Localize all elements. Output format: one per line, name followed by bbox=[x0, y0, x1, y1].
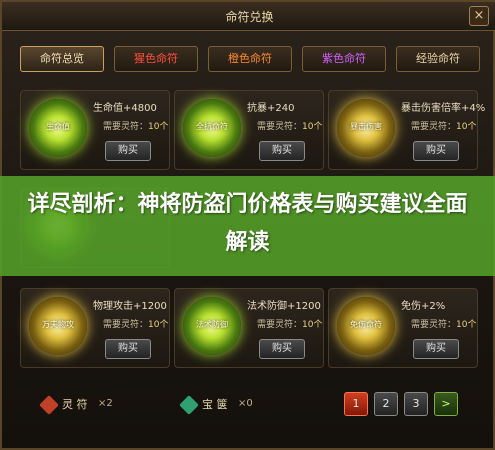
rune-card: 法术防御 法术防御+1200 需要灵符：10个 购买 bbox=[174, 288, 324, 368]
rune-attribute: 法术防御+1200 bbox=[247, 301, 321, 312]
window-title: 命符兑换 bbox=[225, 10, 274, 24]
cost-label: 需要灵符： bbox=[411, 122, 457, 132]
currency-count-treasure: ×0 bbox=[238, 398, 253, 409]
cost-label: 需要灵符： bbox=[257, 122, 303, 132]
cost-value: 10个 bbox=[148, 320, 169, 330]
buy-button[interactable]: 购买 bbox=[259, 339, 305, 359]
cost-value: 10个 bbox=[302, 320, 323, 330]
tab-experience[interactable]: 经验命符 bbox=[396, 46, 480, 72]
banner-headline: 详尽剖析：神将防盗门价格表与购买建议全面解读 bbox=[27, 192, 468, 255]
rune-card: 生命值 生命值+4800 需要灵符：10个 购买 bbox=[20, 90, 170, 170]
rune-orb-icon: 全抗命符 bbox=[183, 99, 241, 157]
rune-orb-icon: 法术防御 bbox=[183, 297, 241, 355]
currency-label-talisman: 灵 符 bbox=[62, 398, 88, 411]
spirit-talisman-icon bbox=[39, 395, 59, 415]
currency-label-treasure: 宝 箧 bbox=[202, 398, 228, 411]
buy-button[interactable]: 购买 bbox=[413, 141, 459, 161]
orb-label: 生命值 bbox=[46, 122, 70, 131]
cost-value: 10个 bbox=[456, 122, 477, 132]
cost-label: 需要灵符： bbox=[103, 320, 149, 330]
rune-orb-icon: 暴击伤害 bbox=[337, 99, 395, 157]
orb-label: 免伤命符 bbox=[350, 320, 382, 329]
tab-bar: 命符总览 猩色命符 橙色命符 紫色命符 经验命符 bbox=[20, 46, 485, 74]
currency-count-talisman: ×2 bbox=[98, 398, 113, 409]
rune-cost: 需要灵符：10个 bbox=[103, 119, 168, 132]
rune-cost: 需要灵符：10个 bbox=[103, 317, 168, 330]
rune-orb-icon: 免伤命符 bbox=[337, 297, 395, 355]
close-button[interactable]: × bbox=[469, 6, 489, 26]
orb-label: 法术防御 bbox=[196, 320, 228, 329]
page-button-2[interactable]: 2 bbox=[374, 392, 398, 416]
rune-card: 暴击伤害 暴击伤害倍率+4% 需要灵符：10个 购买 bbox=[328, 90, 485, 170]
orb-label: 暴击伤害 bbox=[350, 122, 382, 131]
rune-cost: 需要灵符：10个 bbox=[411, 119, 476, 132]
page-button-3[interactable]: 3 bbox=[404, 392, 428, 416]
rune-cost: 需要灵符：10个 bbox=[411, 317, 476, 330]
cost-value: 10个 bbox=[148, 122, 169, 132]
buy-button[interactable]: 购买 bbox=[105, 339, 151, 359]
rune-card: 万夫物攻 物理攻击+1200 需要灵符：10个 购买 bbox=[20, 288, 170, 368]
rune-card: 全抗命符 抗暴+240 需要灵符：10个 购买 bbox=[174, 90, 324, 170]
orb-label: 万夫物攻 bbox=[42, 320, 74, 329]
overlay-banner: 详尽剖析：神将防盗门价格表与购买建议全面解读 bbox=[0, 176, 495, 276]
treasure-box-icon bbox=[179, 395, 199, 415]
cost-label: 需要灵符： bbox=[257, 320, 303, 330]
cost-value: 10个 bbox=[456, 320, 477, 330]
rune-cost: 需要灵符：10个 bbox=[257, 119, 322, 132]
rune-attribute: 暴击伤害倍率+4% bbox=[401, 103, 486, 114]
next-page-button[interactable]: > bbox=[434, 392, 458, 416]
buy-button[interactable]: 购买 bbox=[259, 141, 305, 161]
buy-button[interactable]: 购买 bbox=[105, 141, 151, 161]
rune-attribute: 免伤+2% bbox=[401, 301, 446, 312]
rune-attribute: 物理攻击+1200 bbox=[93, 301, 167, 312]
rune-orb-icon: 生命值 bbox=[29, 99, 87, 157]
page-button-1[interactable]: 1 bbox=[344, 392, 368, 416]
rune-attribute: 抗暴+240 bbox=[247, 103, 295, 114]
buy-button[interactable]: 购买 bbox=[413, 339, 459, 359]
rune-orb-icon: 万夫物攻 bbox=[29, 297, 87, 355]
cost-label: 需要灵符： bbox=[411, 320, 457, 330]
orb-label: 全抗命符 bbox=[196, 122, 228, 131]
footer-bar: 灵 符 ×2 宝 箧 ×0 1 2 3 > bbox=[2, 384, 495, 424]
tab-orange[interactable]: 橙色命符 bbox=[208, 46, 292, 72]
cost-value: 10个 bbox=[302, 122, 323, 132]
tab-red[interactable]: 猩色命符 bbox=[114, 46, 198, 72]
cost-label: 需要灵符： bbox=[103, 122, 149, 132]
tab-purple[interactable]: 紫色命符 bbox=[302, 46, 386, 72]
rune-card: 免伤命符 免伤+2% 需要灵符：10个 购买 bbox=[328, 288, 478, 368]
rune-attribute: 生命值+4800 bbox=[93, 103, 157, 114]
title-bar: 命符兑换 × bbox=[2, 2, 495, 31]
tab-overview[interactable]: 命符总览 bbox=[20, 46, 104, 72]
rune-cost: 需要灵符：10个 bbox=[257, 317, 322, 330]
